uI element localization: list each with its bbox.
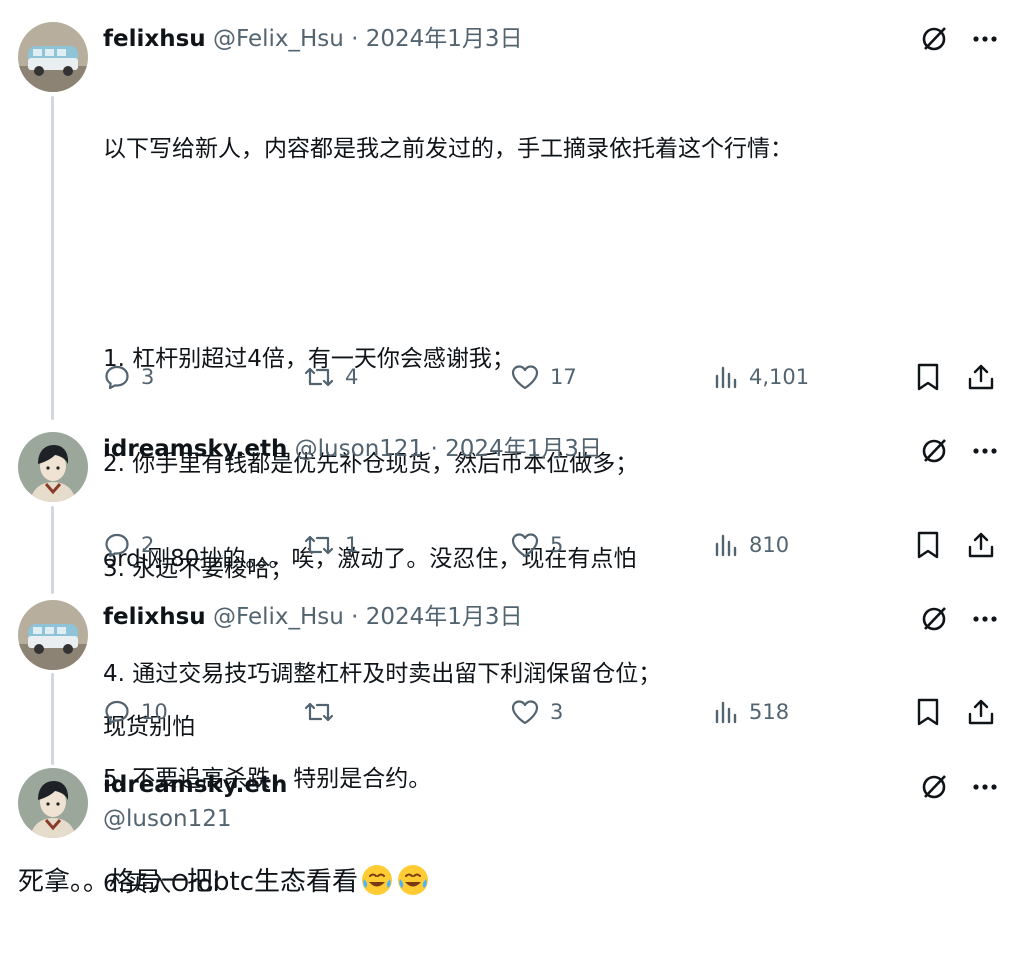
share-button[interactable] bbox=[967, 360, 995, 394]
action-bar: 3 4 17 4,101 bbox=[103, 360, 998, 394]
views-count: 810 bbox=[749, 533, 790, 557]
bookmark-button[interactable] bbox=[915, 360, 941, 394]
author-name[interactable]: idreamsky.eth bbox=[103, 772, 287, 798]
share-icon bbox=[968, 364, 994, 390]
grok-icon[interactable] bbox=[920, 773, 948, 801]
views-icon bbox=[715, 366, 737, 389]
reply-icon bbox=[105, 533, 129, 558]
share-icon bbox=[968, 699, 994, 725]
tweet-text-content: 死拿。。格局一把btc生态看看 bbox=[18, 867, 358, 897]
reply-icon bbox=[105, 700, 129, 725]
heart-icon bbox=[511, 533, 539, 558]
repost-button[interactable]: 4 bbox=[303, 360, 358, 394]
like-count: 5 bbox=[550, 533, 564, 557]
bookmark-icon bbox=[917, 698, 939, 726]
anime-avatar-image bbox=[18, 432, 88, 502]
bookmark-icon bbox=[917, 363, 939, 391]
reply-count: 3 bbox=[141, 365, 155, 389]
avatar[interactable] bbox=[18, 22, 88, 92]
action-bar: 10 3 518 bbox=[103, 695, 998, 729]
tears-of-joy-emoji bbox=[362, 865, 392, 895]
views-icon bbox=[715, 534, 737, 557]
like-count: 17 bbox=[550, 365, 577, 389]
like-button[interactable]: 17 bbox=[510, 360, 577, 394]
bookmark-icon bbox=[917, 531, 939, 559]
heart-icon bbox=[511, 700, 539, 725]
tweet-text-line bbox=[103, 237, 793, 272]
author-name[interactable]: idreamsky.eth bbox=[103, 436, 287, 462]
author-meta[interactable]: @Felix_Hsu · 2024年1月3日 bbox=[213, 604, 523, 630]
author-meta[interactable]: @luson121 · 2024年1月3日 bbox=[295, 436, 602, 462]
like-button[interactable]: 5 bbox=[510, 528, 563, 562]
repost-icon bbox=[304, 702, 334, 722]
avatar[interactable] bbox=[18, 432, 88, 502]
author-handle[interactable]: @luson121 bbox=[103, 804, 232, 834]
avatar[interactable] bbox=[18, 768, 88, 838]
more-icon[interactable] bbox=[970, 24, 1000, 54]
more-icon[interactable] bbox=[970, 436, 1000, 466]
views-count: 4,101 bbox=[749, 365, 810, 389]
van-avatar-image bbox=[18, 600, 88, 670]
views-button[interactable]: 810 bbox=[713, 528, 789, 562]
share-icon bbox=[968, 532, 994, 558]
reply-icon bbox=[105, 365, 129, 390]
van-avatar-image bbox=[18, 22, 88, 92]
reply-button[interactable]: 10 bbox=[103, 695, 168, 729]
views-button[interactable]: 518 bbox=[713, 695, 789, 729]
like-count: 3 bbox=[550, 700, 564, 724]
focused-tweet[interactable]: idreamsky.eth @luson121 死拿。。格局一把btc生态看看 bbox=[0, 758, 1024, 909]
repost-button[interactable]: 1 bbox=[303, 528, 358, 562]
tweet[interactable]: felixhsu @Felix_Hsu · 2024年1月3日 现货别怕 10 … bbox=[0, 588, 1024, 758]
more-icon[interactable] bbox=[970, 604, 1000, 634]
repost-button[interactable] bbox=[303, 695, 345, 729]
reply-count: 2 bbox=[141, 533, 155, 557]
repost-count: 4 bbox=[345, 365, 359, 389]
author-name[interactable]: felixhsu bbox=[103, 26, 206, 52]
tweet[interactable]: felixhsu @Felix_Hsu · 2024年1月3日 以下写给新人，内… bbox=[0, 0, 1024, 897]
reply-button[interactable]: 3 bbox=[103, 360, 154, 394]
more-icon[interactable] bbox=[970, 772, 1000, 802]
repost-icon bbox=[304, 367, 334, 387]
reply-count: 10 bbox=[141, 700, 168, 724]
bookmark-button[interactable] bbox=[915, 695, 941, 729]
reply-button[interactable]: 2 bbox=[103, 528, 154, 562]
tweet-text: 死拿。。格局一把btc生态看看 bbox=[18, 862, 430, 902]
views-icon bbox=[715, 701, 737, 724]
tweet-text-line: 以下写给新人，内容都是我之前发过的，手工摘录依托着这个行情： bbox=[103, 136, 793, 162]
grok-icon[interactable] bbox=[920, 25, 948, 53]
heart-icon bbox=[511, 365, 539, 390]
grok-icon[interactable] bbox=[920, 437, 948, 465]
grok-icon[interactable] bbox=[920, 605, 948, 633]
like-button[interactable]: 3 bbox=[510, 695, 563, 729]
views-button[interactable]: 4,101 bbox=[713, 360, 809, 394]
avatar[interactable] bbox=[18, 600, 88, 670]
tears-of-joy-emoji bbox=[398, 865, 428, 895]
author-meta[interactable]: @Felix_Hsu · 2024年1月3日 bbox=[213, 26, 523, 52]
share-button[interactable] bbox=[967, 528, 995, 562]
repost-icon bbox=[304, 535, 334, 555]
repost-count: 1 bbox=[345, 533, 359, 557]
share-button[interactable] bbox=[967, 695, 995, 729]
author-name[interactable]: felixhsu bbox=[103, 604, 206, 630]
bookmark-button[interactable] bbox=[915, 528, 941, 562]
action-bar: 2 1 5 810 bbox=[103, 528, 998, 562]
anime-avatar-image bbox=[18, 768, 88, 838]
views-count: 518 bbox=[749, 700, 790, 724]
tweet[interactable]: idreamsky.eth @luson121 · 2024年1月3日 ordi… bbox=[0, 420, 1024, 588]
